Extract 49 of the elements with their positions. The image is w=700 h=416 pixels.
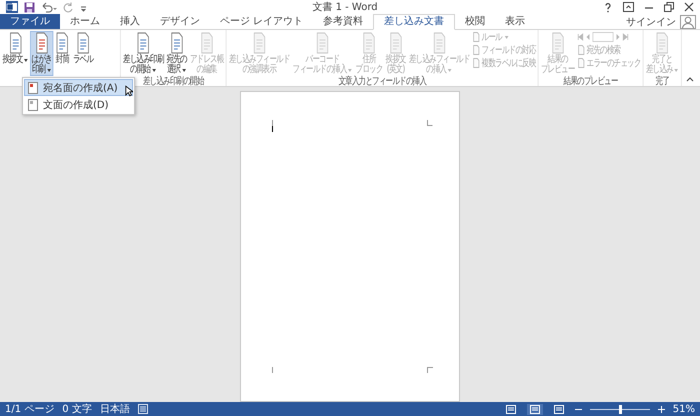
- ribbon-display-icon[interactable]: [623, 2, 634, 12]
- group-label: 差し込み印刷の開始: [142, 76, 206, 87]
- ribbon-button[interactable]: 宛先の 選択: [165, 31, 188, 76]
- menu-item[interactable]: 文面の作成(D): [24, 96, 133, 113]
- ribbon-tab[interactable]: ページ レイアウト: [210, 14, 314, 29]
- text-cursor: [272, 126, 273, 132]
- ribbon-tab[interactable]: 差し込み文書: [373, 14, 456, 30]
- ribbon-tab[interactable]: 参考資料: [313, 14, 374, 29]
- zoom-level[interactable]: 51%: [672, 404, 695, 414]
- help-icon[interactable]: [603, 2, 613, 12]
- caret-icon: [447, 67, 452, 73]
- undo-icon[interactable]: [41, 2, 57, 12]
- restore-icon[interactable]: [664, 2, 674, 12]
- ribbon-button[interactable]: はがき 印刷: [30, 31, 54, 76]
- file-tab[interactable]: ファイル: [0, 14, 60, 29]
- macro-record-icon[interactable]: [138, 404, 148, 414]
- ribbon-button[interactable]: 挨拶文: [0, 31, 30, 76]
- status-text[interactable]: 日本語: [100, 402, 130, 416]
- caret-icon: [347, 67, 352, 73]
- ribbon-tab[interactable]: 表示: [495, 14, 536, 29]
- group-label: 完了: [654, 76, 670, 87]
- corner-mark-icon: [427, 120, 433, 126]
- ribbon-tab[interactable]: ホーム: [60, 14, 110, 29]
- caret-icon: [674, 67, 679, 73]
- corner-mark-icon: [427, 367, 433, 373]
- print-layout-icon[interactable]: [526, 404, 543, 414]
- caret-icon: [46, 67, 52, 73]
- caret-icon: [181, 67, 186, 73]
- collapse-ribbon-icon[interactable]: [686, 76, 694, 82]
- group-label: 結果のプレビュー: [562, 76, 619, 87]
- status-text[interactable]: 1/1 ページ: [5, 402, 54, 416]
- redo-icon: [63, 2, 74, 12]
- caret-icon: [151, 67, 156, 73]
- close-icon[interactable]: [684, 2, 694, 12]
- ribbon-button[interactable]: 差し込み印刷 の開始: [122, 31, 165, 76]
- ribbon-tab[interactable]: 挿入: [110, 14, 150, 29]
- ribbon-tab[interactable]: デザイン: [150, 14, 210, 29]
- zoom-in-icon[interactable]: [658, 406, 665, 412]
- ribbon-tab[interactable]: 校閲: [455, 14, 496, 29]
- word-logo-icon[interactable]: [6, 1, 18, 13]
- group-label: 文章入力とフィールドの挿入: [337, 76, 428, 87]
- status-text[interactable]: 0 文字: [62, 402, 92, 416]
- save-icon[interactable]: [24, 2, 35, 12]
- window-title: 文書 1 - Word: [312, 0, 378, 14]
- ribbon-button[interactable]: ラベル: [71, 31, 94, 76]
- menu-item[interactable]: 宛名面の作成(A): [24, 79, 133, 96]
- caret-icon: [504, 34, 510, 40]
- sign-in-link[interactable]: サインイン: [626, 14, 676, 28]
- ribbon-button[interactable]: 封筒: [53, 31, 72, 76]
